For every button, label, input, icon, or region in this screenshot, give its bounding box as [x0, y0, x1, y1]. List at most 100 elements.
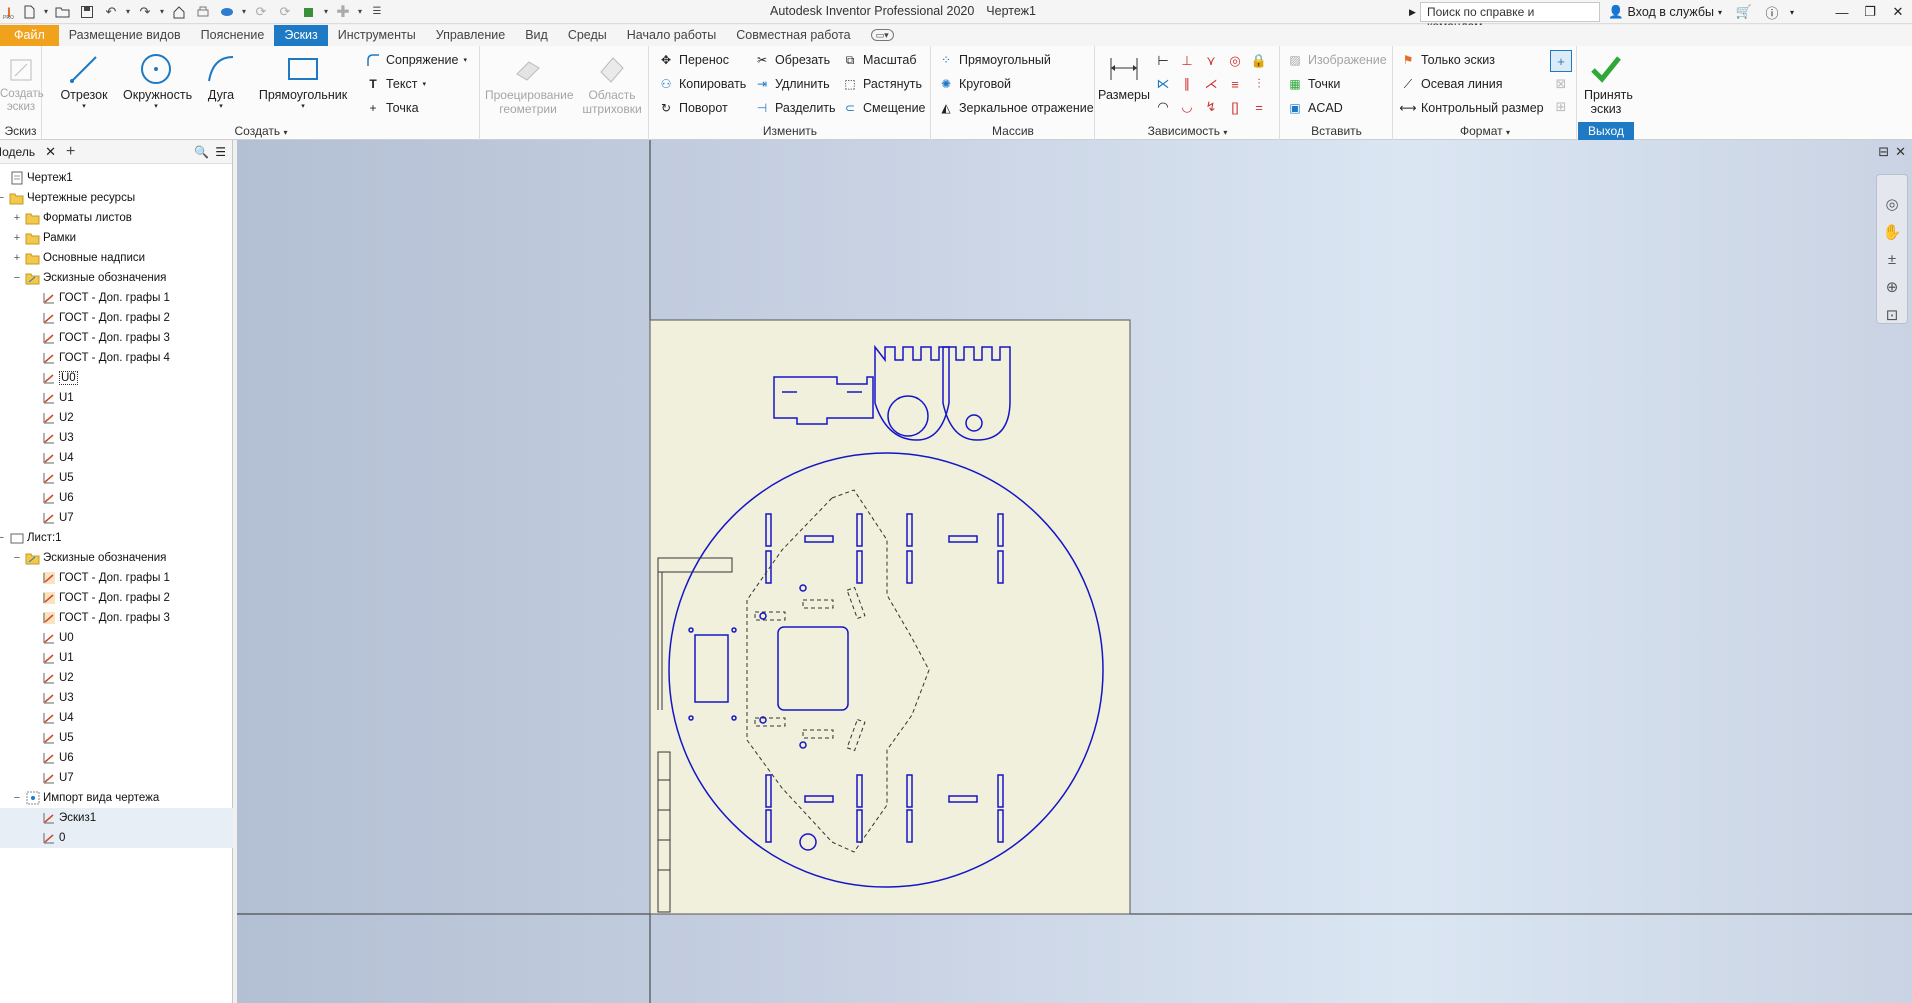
- redo-icon[interactable]: ↷: [134, 2, 156, 22]
- tree-node[interactable]: U2: [28, 668, 74, 688]
- text-button[interactable]: T Текст ▾: [365, 74, 426, 94]
- tree-node[interactable]: ГОСТ - Доп. графы 2: [28, 308, 170, 328]
- show-constraints-icon[interactable]: ⫶: [1248, 73, 1270, 95]
- dropdown-arrow-icon[interactable]: ▾: [158, 2, 166, 22]
- tree-node[interactable]: 0: [28, 828, 65, 848]
- tree-node[interactable]: − Эскизные обозначения: [12, 548, 166, 568]
- print-icon[interactable]: [192, 2, 214, 22]
- tree-node[interactable]: − Чертежные ресурсы: [0, 188, 135, 208]
- center-line-button[interactable]: ⟋ Осевая линия: [1400, 74, 1503, 94]
- panel-title-create[interactable]: Создать ▾: [43, 122, 479, 140]
- point-button[interactable]: + Точка: [365, 98, 418, 118]
- equal-constraint-icon[interactable]: ◎: [1224, 50, 1246, 72]
- tab-sketch[interactable]: Эскиз: [274, 25, 328, 46]
- restore-icon[interactable]: ❐: [1856, 0, 1884, 24]
- tree-node[interactable]: U5: [28, 468, 74, 488]
- tree-node[interactable]: U5: [28, 728, 74, 748]
- update-all-icon[interactable]: ⟳: [274, 2, 296, 22]
- chevron-down-icon[interactable]: ▾: [195, 102, 247, 110]
- home-icon[interactable]: [168, 2, 190, 22]
- help-icon[interactable]: ⓘ: [1758, 0, 1786, 24]
- trim-button[interactable]: ✂ Обрезать: [754, 50, 830, 70]
- browser-tab-model[interactable]: Модель: [0, 145, 39, 159]
- display-grid-icon[interactable]: ⊠: [1550, 73, 1572, 95]
- tree-node[interactable]: U2: [28, 408, 74, 428]
- chevron-right-icon[interactable]: ▶: [1409, 7, 1416, 18]
- chevron-down-icon[interactable]: ▾: [257, 102, 349, 110]
- graphics-window[interactable]: ⊟ ✕ ◎ ✋ ± ⊕ ⊡: [237, 140, 1912, 1003]
- coincident-constraint-icon[interactable]: ⊢: [1152, 50, 1174, 72]
- vertical-constraint-icon[interactable]: []: [1224, 96, 1246, 118]
- dropdown-arrow-icon[interactable]: ▾: [356, 2, 364, 22]
- new-file-icon[interactable]: [18, 2, 40, 22]
- offset-button[interactable]: ⊂ Смещение: [842, 98, 926, 118]
- tree-node[interactable]: + Форматы листов: [12, 208, 132, 228]
- parallel-constraint-icon[interactable]: ∥: [1176, 73, 1198, 95]
- driven-dimension-button[interactable]: ⟷ Контрольный размер: [1399, 98, 1543, 118]
- hatch-area-button[interactable]: Область штриховки: [579, 50, 645, 120]
- tree-node[interactable]: ГОСТ - Доп. графы 2: [28, 588, 170, 608]
- sketch-only-button[interactable]: ⚑ Только эскиз: [1400, 50, 1495, 70]
- tree-node[interactable]: U6: [28, 488, 74, 508]
- extend-button[interactable]: ⇥ Удлинить: [754, 74, 830, 94]
- tree-node[interactable]: − Лист:1: [0, 528, 62, 548]
- tab-manage[interactable]: Управление: [426, 25, 516, 46]
- grid-lines-icon[interactable]: ⊞: [1550, 96, 1572, 118]
- smooth-constraint-icon[interactable]: ↯: [1200, 96, 1222, 118]
- fillet-button[interactable]: Сопряжение ▾: [365, 50, 467, 70]
- collapse-icon[interactable]: −: [0, 192, 6, 204]
- add-tab-icon[interactable]: +: [62, 143, 79, 161]
- tab-tools[interactable]: Инструменты: [328, 25, 426, 46]
- split-button[interactable]: ⊣ Разделить: [754, 98, 836, 118]
- dropdown-arrow-icon[interactable]: ▾: [124, 2, 132, 22]
- circular-pattern-button[interactable]: ✺ Круговой: [938, 74, 1011, 94]
- tab-file[interactable]: Файл: [0, 25, 59, 46]
- tree-node[interactable]: − Импорт вида чертежа: [12, 788, 159, 808]
- tree-node[interactable]: U1: [28, 648, 74, 668]
- tree-node[interactable]: ГОСТ - Доп. графы 4: [28, 348, 170, 368]
- insert-image-button[interactable]: ▨ Изображение: [1287, 50, 1386, 70]
- minimize-icon[interactable]: —: [1828, 0, 1856, 24]
- tangent-constraint-icon[interactable]: ◡: [1176, 96, 1198, 118]
- tree-node[interactable]: ГОСТ - Доп. графы 1: [28, 568, 170, 588]
- inventor-logo-icon[interactable]: I PRO: [2, 2, 16, 22]
- collapse-icon[interactable]: −: [0, 532, 6, 544]
- tree-node[interactable]: U4: [28, 448, 74, 468]
- tree-node[interactable]: + Рамки: [12, 228, 76, 248]
- undo-icon[interactable]: ↶: [100, 2, 122, 22]
- panel-title-format[interactable]: Формат ▾: [1394, 122, 1576, 140]
- rotate-button[interactable]: ↻ Поворот: [658, 98, 728, 118]
- tree-node[interactable]: Эскиз1: [28, 808, 96, 828]
- help-search-input[interactable]: Поиск по справке и командам...: [1419, 2, 1600, 33]
- tab-environments[interactable]: Среды: [558, 25, 617, 46]
- snap-grid-icon[interactable]: +: [1550, 50, 1572, 72]
- dropdown-arrow-icon[interactable]: ▾: [240, 2, 248, 22]
- scale-button[interactable]: ⧉ Масштаб: [842, 50, 917, 70]
- dropdown-arrow-icon[interactable]: ▾: [42, 2, 50, 22]
- close-icon[interactable]: ✕: [1884, 0, 1912, 24]
- project-geometry-button[interactable]: Проецирование геометрии: [485, 50, 574, 120]
- symmetric-constraint-icon[interactable]: ≡: [1224, 73, 1246, 95]
- perpendicular-constraint-icon[interactable]: ⊥: [1176, 50, 1198, 72]
- tree-node[interactable]: ГОСТ - Доп. графы 3: [28, 328, 170, 348]
- expand-icon[interactable]: +: [12, 212, 22, 224]
- tree-node[interactable]: U7: [28, 508, 74, 528]
- dimension-button[interactable]: Размеры: [1098, 50, 1150, 120]
- finish-sketch-button[interactable]: Принять эскиз: [1574, 50, 1638, 120]
- mirror-button[interactable]: ◭ Зеркальное отражение: [938, 98, 1093, 118]
- tree-node[interactable]: U1: [28, 388, 74, 408]
- tree-node[interactable]: U3: [28, 688, 74, 708]
- tab-place-views[interactable]: Размещение видов: [59, 25, 191, 46]
- add-icon[interactable]: ✚: [332, 2, 354, 22]
- horizontal-constraint-icon[interactable]: ⋌: [1200, 73, 1222, 95]
- insert-points-button[interactable]: ▦ Точки: [1287, 74, 1340, 94]
- appearance-icon[interactable]: [298, 2, 320, 22]
- collinear-constraint-icon[interactable]: ⋉: [1152, 73, 1174, 95]
- rectangular-pattern-button[interactable]: ⁘ Прямоугольный: [938, 50, 1051, 70]
- collapse-icon[interactable]: −: [12, 792, 22, 804]
- concentric-constraint-icon[interactable]: ◠: [1152, 96, 1174, 118]
- tab-collaborate[interactable]: Совместная работа: [726, 25, 860, 46]
- tree-node[interactable]: U0: [28, 368, 78, 388]
- stretch-button[interactable]: ⬚ Растянуть: [842, 74, 922, 94]
- circle-button[interactable]: Окружность ▾: [123, 50, 192, 120]
